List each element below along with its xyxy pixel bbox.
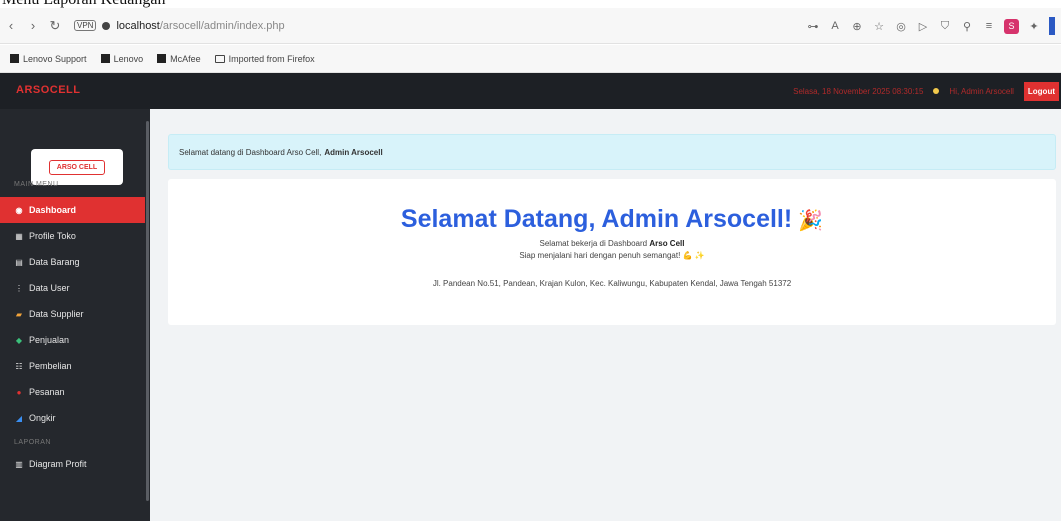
section-laporan: LAPORAN [14, 439, 51, 446]
sidebar-item-penjualan[interactable]: ◆ Penjualan [0, 327, 145, 353]
date-text: Selasa, 18 November 2025 08:30:15 [793, 86, 924, 96]
logout-button[interactable]: Logout [1023, 81, 1059, 101]
folder-icon [214, 54, 225, 63]
bookmark-icon [10, 54, 19, 63]
browser-toolbar: ‹ › ↻ VPN localhost/arsocell/admin/index… [0, 8, 1061, 44]
truck-icon: ▰ [15, 309, 23, 319]
site-info-icon[interactable] [102, 21, 111, 30]
box-icon: ▤ [15, 257, 23, 267]
address-bar[interactable]: VPN localhost/arsocell/admin/index.php [74, 14, 285, 38]
menu-icon[interactable]: ≡ [982, 19, 996, 33]
copilot-icon[interactable]: ✦ [1027, 19, 1041, 33]
party-icon: 🎉 [798, 210, 824, 232]
extension-icon[interactable]: ◎ [894, 19, 908, 33]
store-icon: ▦ [15, 231, 23, 241]
vpn-badge[interactable]: VPN [74, 20, 97, 31]
bookmark-item[interactable]: Lenovo [100, 54, 143, 64]
sidebar-item-profile-toko[interactable]: ▦ Profile Toko [0, 223, 145, 249]
sidebar-item-data-barang[interactable]: ▤ Data Barang [0, 249, 145, 275]
bookmark-icon [100, 54, 110, 63]
welcome-title: Selamat Datang, Admin Arsocell! 🎉 [400, 205, 824, 233]
zoom-icon[interactable]: ⊕ [850, 19, 864, 33]
app-topbar: ARSOCELL Selasa, 18 November 2025 08:30:… [0, 73, 1061, 109]
key-icon[interactable]: ⊶ [806, 19, 820, 33]
logo-text: ARSO CELL [48, 159, 106, 175]
dashboard-icon: ◉ [15, 205, 23, 215]
bag-icon: ☷ [15, 361, 23, 371]
back-icon[interactable]: ‹ [0, 15, 22, 37]
sidebar-item-ongkir[interactable]: ◢ Ongkir [0, 405, 145, 431]
sidebar-item-diagram-profit[interactable]: ▥ Diagram Profit [0, 451, 145, 477]
alert-text: Selamat datang di Dashboard Arso Cell, [179, 147, 322, 157]
profile-avatar[interactable]: S [1004, 18, 1019, 34]
welcome-card: Selamat Datang, Admin Arsocell! 🎉 Selamat… [168, 179, 1056, 325]
forward-icon[interactable]: › [22, 15, 44, 37]
main-content: Selamat datang di Dashboard Arso Cell, A… [150, 109, 1061, 521]
welcome-motivation: Siap menjalani hari dengan penuh semanga… [519, 251, 705, 260]
sidebar-toggle-icon[interactable] [1049, 17, 1055, 35]
chart-icon: ▥ [15, 459, 23, 469]
welcome-alert: Selamat datang di Dashboard Arso Cell, A… [168, 134, 1056, 170]
sidebar-item-data-supplier[interactable]: ▰ Data Supplier [0, 301, 145, 327]
order-icon: ● [16, 387, 22, 397]
user-icon: ⋮ [15, 283, 23, 293]
bookmarks-bar: Lenovo Support Lenovo McAfee Imported fr… [0, 45, 1061, 73]
topbar-right: Selasa, 18 November 2025 08:30:15 Hi, Ad… [793, 73, 1061, 109]
puzzle-icon[interactable]: ⚲ [960, 19, 974, 33]
shield-icon[interactable]: ⛉ [938, 19, 952, 33]
user-greeting: Hi, Admin Arsocell [949, 86, 1014, 96]
sidebar-scrollbar[interactable] [146, 121, 149, 501]
status-icon [933, 88, 940, 94]
sidebar-item-dashboard[interactable]: ◉ Dashboard [0, 197, 145, 223]
reload-icon[interactable]: ↻ [44, 15, 66, 37]
sidebar-item-pembelian[interactable]: ☷ Pembelian [0, 353, 145, 379]
brand-title[interactable]: ARSOCELL [16, 84, 81, 96]
bookmark-folder[interactable]: Imported from Firefox [214, 54, 315, 64]
bookmark-item[interactable]: McAfee [157, 54, 201, 64]
document-caption: Menu Laporan Keuangan [0, 0, 1061, 8]
bookmark-icon [157, 54, 167, 63]
store-address: Jl. Pandean No.51, Pandean, Krajan Kulon… [432, 279, 792, 288]
bookmark-star-icon[interactable]: ☆ [872, 19, 886, 33]
extension-toolbar: ⊶ A ⊕ ☆ ◎ ▷ ⛉ ⚲ ≡ S ✦ [806, 8, 1061, 44]
media-icon[interactable]: ▷ [916, 19, 930, 33]
url-text[interactable]: localhost/arsocell/admin/index.php [116, 20, 284, 32]
sidebar: ARSO CELL MAIN MENU ◉ Dashboard ▦ Profile … [0, 109, 150, 521]
store-logo: ARSO CELL [31, 149, 123, 185]
alert-name: Admin Arsocell [324, 147, 383, 157]
sidebar-item-pesanan[interactable]: ● Pesanan [0, 379, 145, 405]
caption-text: Menu Laporan Keuangan [2, 0, 166, 8]
sidebar-item-data-user[interactable]: ⋮ Data User [0, 275, 145, 301]
welcome-subtitle: Selamat bekerja di Dashboard Arso Cell [539, 239, 685, 248]
cart-icon: ◆ [15, 335, 23, 345]
bookmark-item[interactable]: Lenovo Support [10, 54, 87, 64]
shipping-icon: ◢ [15, 413, 23, 423]
translate-icon[interactable]: A [828, 19, 842, 33]
section-main-menu: MAIN MENU [14, 181, 59, 188]
